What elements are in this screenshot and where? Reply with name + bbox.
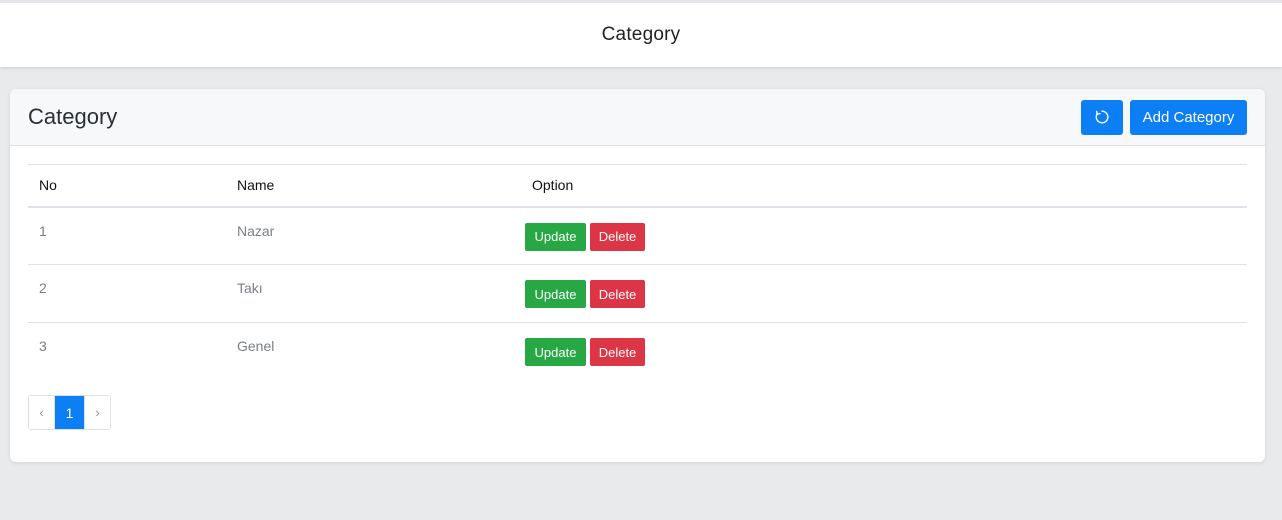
row-no: 3 — [39, 338, 47, 354]
pagination-page-1[interactable]: 1 — [55, 396, 84, 429]
delete-button[interactable]: Delete — [590, 222, 645, 251]
card-body: No Name Option 1 Nazar Update Delete 2 Ta… — [10, 146, 1265, 381]
column-header-option: Option — [532, 177, 574, 194]
table-row: 1 Nazar Update Delete — [28, 207, 1247, 265]
delete-button[interactable]: Delete — [590, 338, 645, 366]
row-name: Nazar — [237, 222, 275, 239]
update-button[interactable]: Update — [525, 338, 586, 366]
add-category-button[interactable]: Add Category — [1130, 99, 1247, 135]
table-header-row: No Name Option — [28, 164, 1247, 207]
top-navbar: Category — [0, 0, 1282, 67]
row-no: 1 — [39, 222, 47, 239]
column-header-name: Name — [237, 177, 275, 194]
delete-button[interactable]: Delete — [590, 280, 645, 308]
table-row: 3 Genel Update Delete — [28, 323, 1247, 381]
refresh-button[interactable] — [1081, 99, 1123, 135]
row-name: Genel — [237, 338, 275, 354]
page-title: Category — [601, 24, 681, 45]
row-name: Takı — [237, 280, 263, 296]
card-header: Category Add Category — [10, 89, 1265, 146]
table-row: 2 Takı Update Delete — [28, 265, 1247, 323]
row-options: Update Delete — [521, 265, 1247, 323]
refresh-icon — [1095, 110, 1109, 124]
row-options: Update Delete — [521, 207, 1247, 265]
pagination-next-button[interactable]: › — [84, 396, 110, 429]
category-card: Category Add Category No Name Option 1 N… — [10, 89, 1265, 462]
column-header-no: No — [39, 177, 57, 194]
category-table: No Name Option 1 Nazar Update Delete 2 Ta… — [28, 164, 1247, 381]
pagination: ‹ 1 › — [28, 395, 111, 430]
row-no: 2 — [39, 280, 47, 296]
update-button[interactable]: Update — [525, 280, 586, 308]
update-button[interactable]: Update — [525, 222, 586, 251]
header-actions: Add Category — [1081, 99, 1247, 135]
row-options: Update Delete — [521, 323, 1247, 381]
pagination-prev-button[interactable]: ‹ — [29, 396, 55, 429]
card-title: Category — [28, 104, 118, 129]
